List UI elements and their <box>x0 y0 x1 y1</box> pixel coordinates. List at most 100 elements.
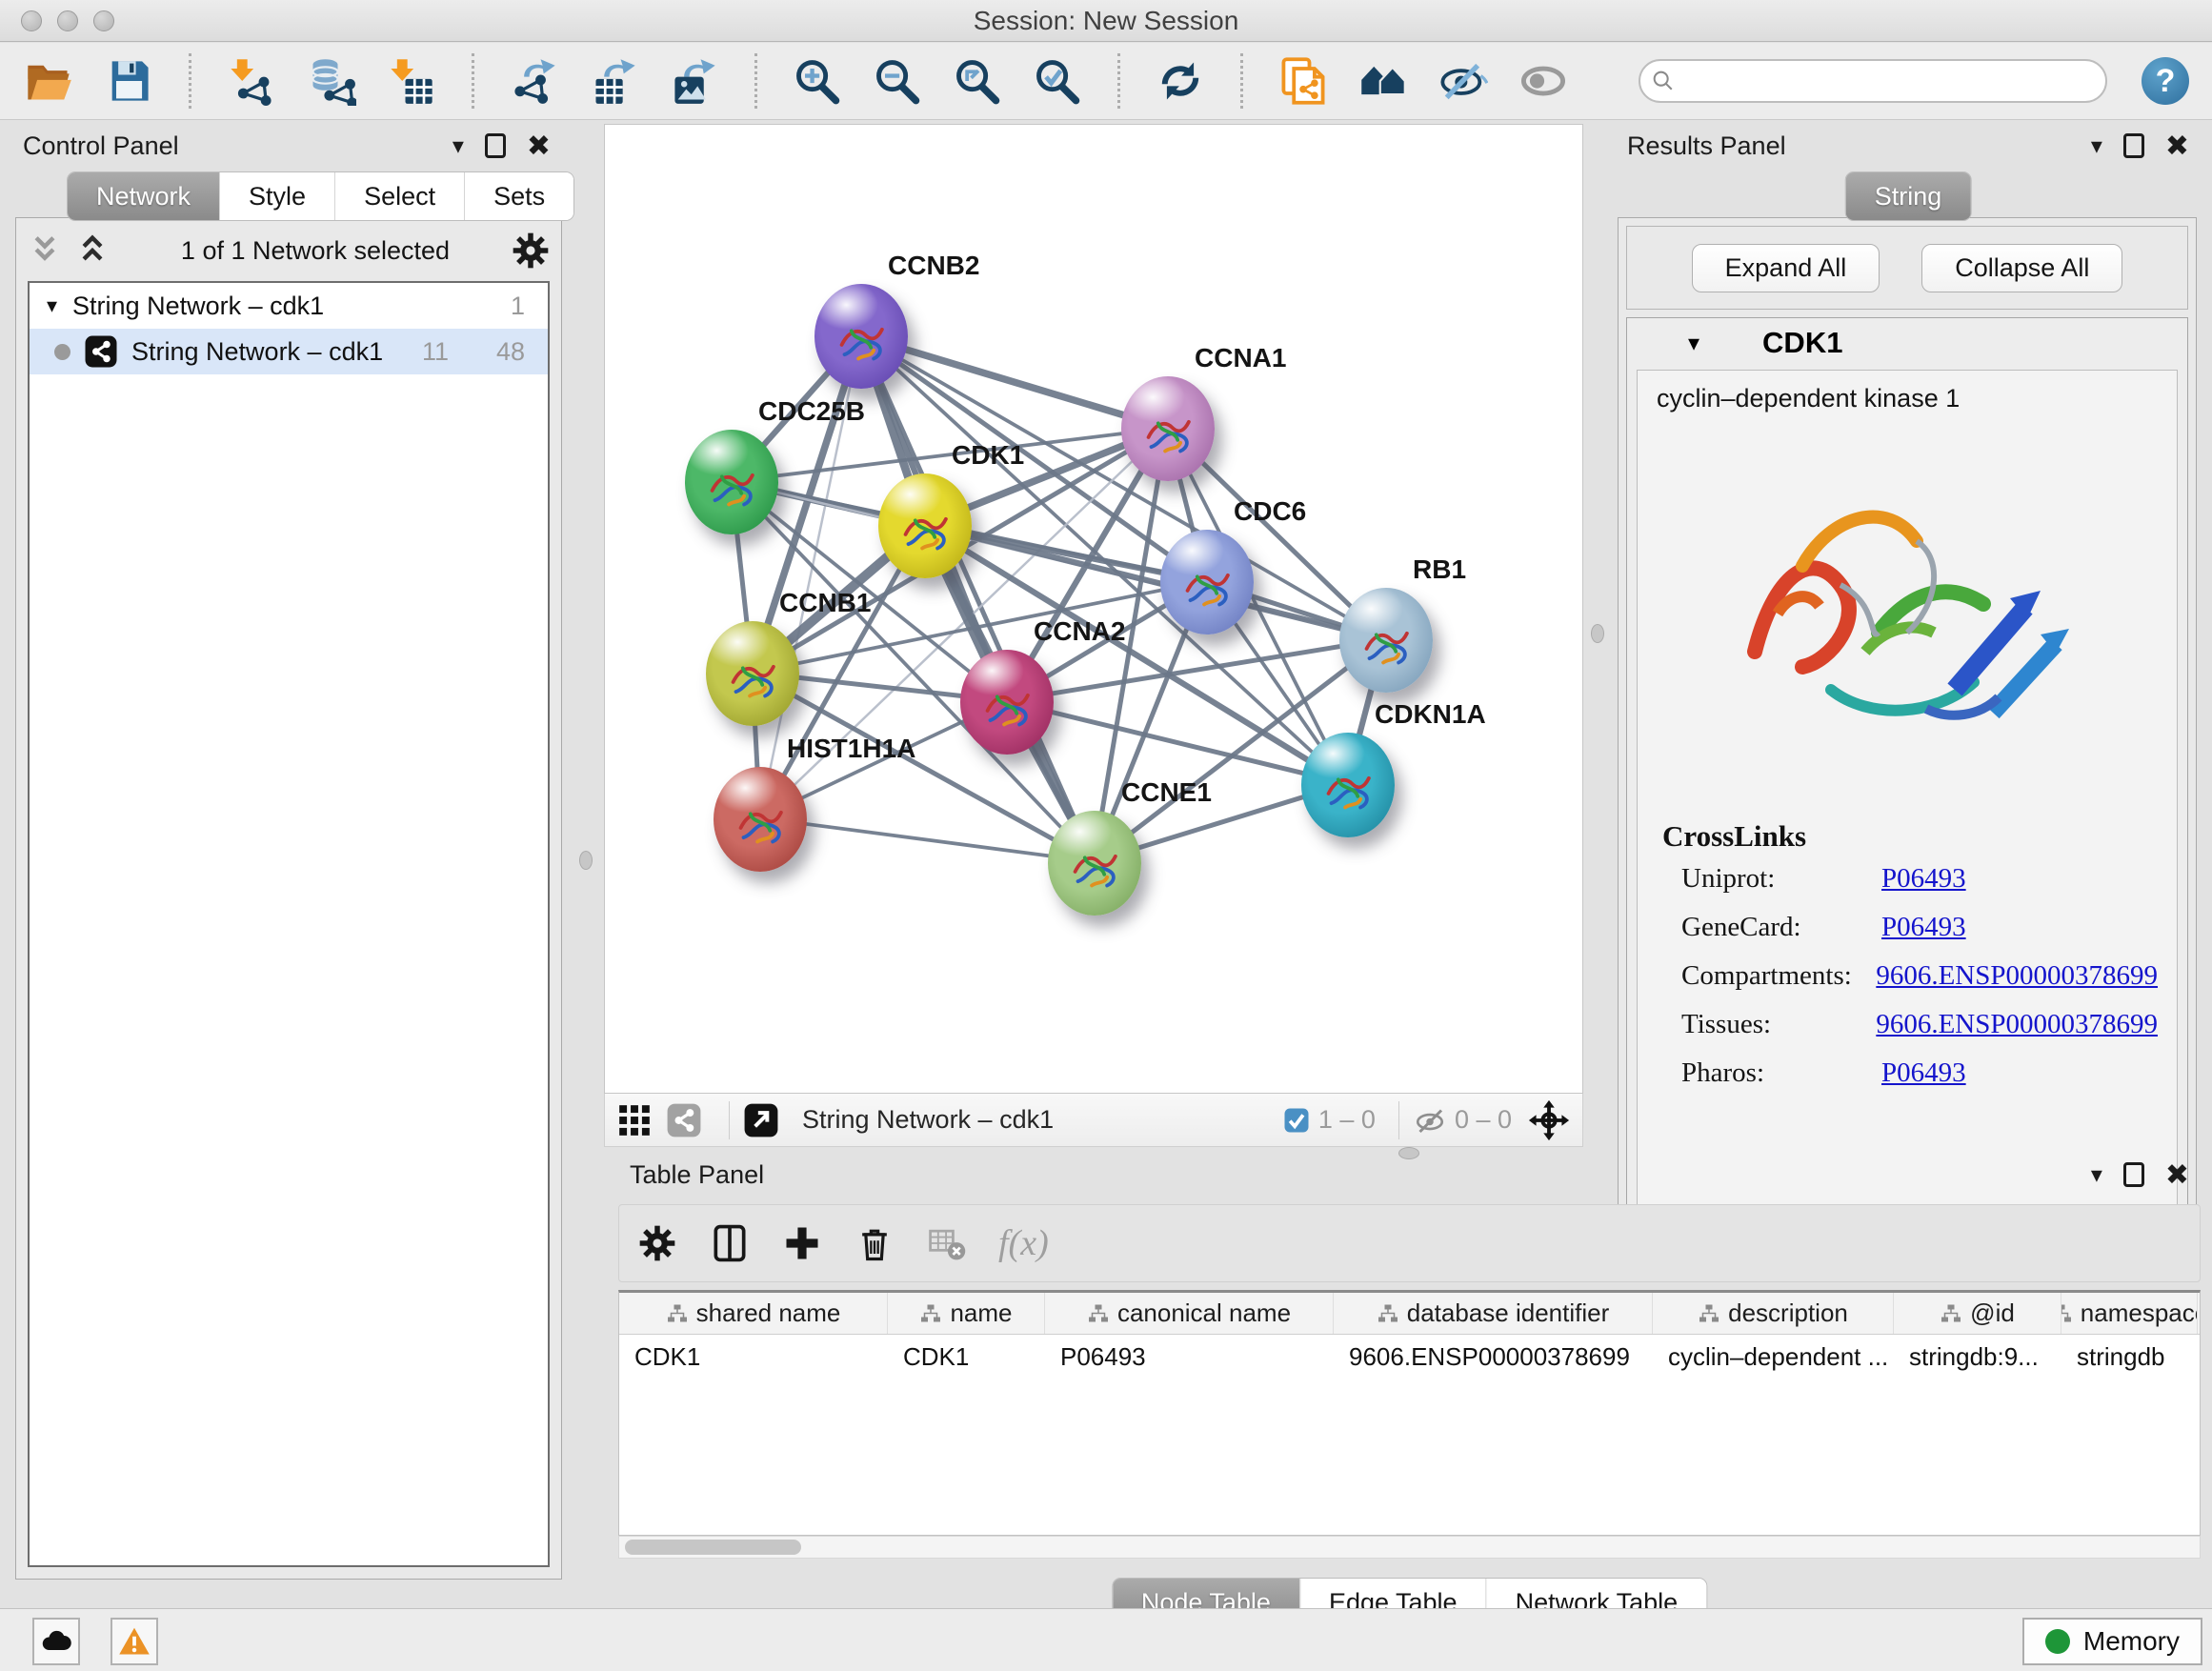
column-header-canonical-name[interactable]: canonical name <box>1045 1293 1334 1334</box>
collapse-all-icon[interactable] <box>26 232 64 270</box>
network-node-CCNA1[interactable] <box>1121 376 1215 481</box>
export-image-icon[interactable] <box>669 55 720 107</box>
tab-select[interactable]: Select <box>334 172 464 220</box>
string-app-icon[interactable] <box>1277 55 1329 107</box>
node-label-CCNB2: CCNB2 <box>888 251 979 281</box>
import-database-icon[interactable] <box>306 55 357 107</box>
crosslink-row: Uniprot:P06493 <box>1681 863 2158 895</box>
show-hide-icon[interactable] <box>1518 55 1569 107</box>
toolbar-separator <box>754 53 757 109</box>
detach-view-icon[interactable] <box>743 1102 779 1138</box>
import-network-icon[interactable] <box>226 55 277 107</box>
tab-network[interactable]: Network <box>68 172 219 220</box>
table-cell[interactable]: P06493 <box>1045 1335 1334 1379</box>
network-node-CDC25B[interactable] <box>685 430 778 534</box>
network-node-CDKN1A[interactable] <box>1301 733 1395 837</box>
column-header-shared-name[interactable]: shared name <box>619 1293 888 1334</box>
birdseye-grid-icon[interactable] <box>616 1102 653 1138</box>
open-folder-icon[interactable] <box>23 55 74 107</box>
table-options-gear-icon[interactable] <box>636 1222 678 1264</box>
network-node-CCNB1[interactable] <box>706 621 799 726</box>
close-panel-icon[interactable]: ✖ <box>2165 130 2189 163</box>
collapse-all-button[interactable]: Collapse All <box>1921 244 2122 292</box>
search-input[interactable] <box>1639 59 2107 103</box>
horizontal-splitter-handle[interactable] <box>1398 1147 1419 1159</box>
table-horizontal-scrollbar[interactable] <box>618 1536 2201 1559</box>
save-icon[interactable] <box>103 55 154 107</box>
memory-button[interactable]: Memory <box>2022 1618 2202 1665</box>
network-overview-icon[interactable] <box>666 1102 702 1138</box>
crosslinks-title: CrossLinks <box>1662 819 2158 854</box>
crosslink-link[interactable]: P06493 <box>1881 1057 1966 1089</box>
network-node-CDC6[interactable] <box>1160 530 1254 634</box>
float-panel-icon[interactable]: ▾ <box>2091 1161 2102 1189</box>
tab-sets[interactable]: Sets <box>464 172 573 220</box>
network-row-selected[interactable]: String Network – cdk11148 <box>30 329 548 374</box>
network-node-CCNB2[interactable] <box>814 284 908 389</box>
left-splitter-handle[interactable] <box>579 851 593 870</box>
help-button[interactable]: ? <box>2142 57 2189 105</box>
network-collection-row[interactable]: ▾String Network – cdk11 <box>30 283 548 329</box>
zoom-out-icon[interactable] <box>872 55 923 107</box>
delete-column-trash-icon[interactable] <box>854 1222 895 1264</box>
table-cell[interactable]: 9606.ENSP00000378699 <box>1334 1335 1653 1379</box>
maximize-panel-icon[interactable] <box>2123 133 2144 158</box>
expand-all-button[interactable]: Expand All <box>1692 244 1880 292</box>
table-cell[interactable]: CDK1 <box>619 1335 888 1379</box>
results-tab-string[interactable]: String <box>1846 172 1971 220</box>
table-cell[interactable]: stringdb:9... <box>1894 1335 2061 1379</box>
column-header-database-identifier[interactable]: database identifier <box>1334 1293 1653 1334</box>
node-result-name: CDK1 <box>1762 326 1842 360</box>
warnings-button[interactable] <box>111 1618 158 1665</box>
import-table-icon[interactable] <box>386 55 437 107</box>
close-panel-icon[interactable]: ✖ <box>527 130 551 163</box>
show-columns-icon[interactable] <box>709 1222 751 1264</box>
crosslink-row: Compartments:9606.ENSP00000378699 <box>1681 960 2158 992</box>
home-icon[interactable] <box>1357 55 1409 107</box>
close-panel-icon[interactable]: ✖ <box>2165 1158 2189 1192</box>
float-panel-icon[interactable]: ▾ <box>2091 132 2102 160</box>
maximize-panel-icon[interactable] <box>2123 1162 2144 1187</box>
float-panel-icon[interactable]: ▾ <box>452 132 464 160</box>
maximize-panel-icon[interactable] <box>485 133 506 158</box>
status-bar: Memory <box>0 1608 2212 1671</box>
refresh-icon[interactable] <box>1155 55 1206 107</box>
export-network-icon[interactable] <box>509 55 560 107</box>
crosslink-link[interactable]: P06493 <box>1881 912 1966 943</box>
table-row[interactable]: CDK1CDK1P064939606.ENSP00000378699cyclin… <box>619 1335 2200 1379</box>
tree-expand-icon[interactable]: ▾ <box>47 293 57 318</box>
column-header-@id[interactable]: @id <box>1894 1293 2061 1334</box>
crosslink-link[interactable]: 9606.ENSP00000378699 <box>1876 960 2158 992</box>
network-canvas[interactable]: CCNB2 CCNA1 CDC25B CDK1 CDC6 RB1 CCNB1 C… <box>604 124 1583 1094</box>
node-result-header[interactable]: ▾ CDK1 <box>1627 318 2187 368</box>
fit-selected-crosshair-icon[interactable] <box>1527 1098 1571 1142</box>
table-cell[interactable]: CDK1 <box>888 1335 1045 1379</box>
memory-label: Memory <box>2083 1626 2180 1657</box>
network-node-RB1[interactable] <box>1339 588 1433 693</box>
cloud-status-button[interactable] <box>32 1618 80 1665</box>
zoom-selected-icon[interactable] <box>1032 55 1083 107</box>
expand-all-icon[interactable] <box>73 232 111 270</box>
graphics-details-icon[interactable] <box>1438 55 1489 107</box>
crosslink-link[interactable]: P06493 <box>1881 863 1966 895</box>
table-cell[interactable]: stringdb <box>2061 1335 2198 1379</box>
crosslink-link[interactable]: 9606.ENSP00000378699 <box>1876 1009 2158 1040</box>
table-cell[interactable]: cyclin–dependent ... <box>1653 1335 1894 1379</box>
right-splitter-handle[interactable] <box>1591 624 1604 643</box>
network-node-CCNE1[interactable] <box>1048 811 1141 916</box>
column-header-name[interactable]: name <box>888 1293 1045 1334</box>
column-header-namespace[interactable]: namespace <box>2061 1293 2198 1334</box>
network-node-CDK1[interactable] <box>878 473 972 578</box>
network-node-CCNA2[interactable] <box>960 650 1054 755</box>
scrollbar-thumb[interactable] <box>625 1540 801 1555</box>
tab-style[interactable]: Style <box>219 172 334 220</box>
export-table-icon[interactable] <box>589 55 640 107</box>
selected-nodes-checkbox-icon[interactable] <box>1282 1106 1311 1135</box>
network-options-gear-icon[interactable] <box>510 230 552 272</box>
add-column-icon[interactable] <box>781 1222 823 1264</box>
collapse-section-icon[interactable]: ▾ <box>1688 330 1699 357</box>
column-header-description[interactable]: description <box>1653 1293 1894 1334</box>
network-node-HIST1H1A[interactable] <box>714 767 807 872</box>
zoom-fit-icon[interactable] <box>952 55 1003 107</box>
zoom-in-icon[interactable] <box>792 55 843 107</box>
